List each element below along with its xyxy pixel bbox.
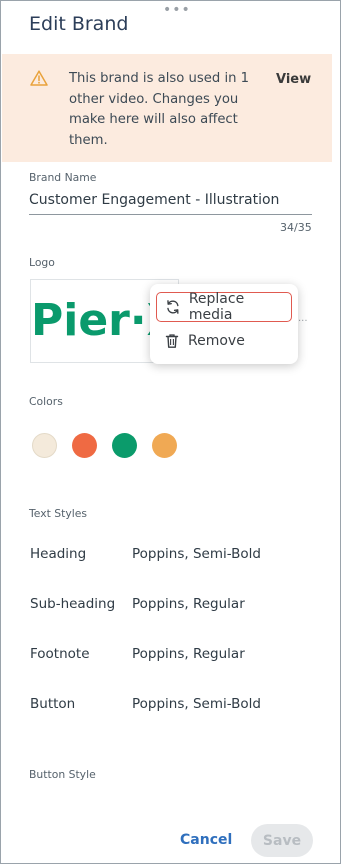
color-swatch[interactable] [152, 433, 177, 458]
colors-label: Colors [29, 395, 63, 408]
trash-icon [165, 334, 179, 348]
refresh-icon [167, 300, 179, 314]
more-options-icon[interactable]: ... [298, 313, 308, 324]
color-swatch[interactable] [32, 433, 57, 458]
color-swatch[interactable] [72, 433, 97, 458]
text-style-name: Sub-heading [30, 596, 116, 612]
text-style-value[interactable]: Poppins, Regular [132, 596, 245, 612]
brand-name-input[interactable]: Customer Engagement - Illustration [29, 189, 312, 215]
page-title: Edit Brand [29, 13, 129, 35]
text-style-name: Footnote [30, 646, 90, 662]
cancel-button[interactable]: Cancel [180, 832, 232, 848]
remove-menu-item[interactable]: Remove [156, 326, 292, 356]
brand-name-label: Brand Name [29, 171, 97, 184]
replace-media-label: Replace media [188, 291, 245, 323]
text-style-name: Button [30, 696, 76, 712]
text-style-value[interactable]: Poppins, Regular [132, 646, 245, 662]
edit-brand-panel: ••• Edit Brand This brand is also used i… [0, 0, 341, 864]
text-style-value[interactable]: Poppins, Semi-Bold [132, 546, 261, 562]
logo-label: Logo [29, 256, 55, 269]
drag-handle[interactable]: ••• [163, 3, 191, 17]
replace-media-menu-item[interactable]: Replace media [156, 291, 292, 323]
warning-triangle-icon [30, 70, 48, 86]
save-button[interactable]: Save [251, 824, 313, 857]
view-link[interactable]: View [276, 72, 311, 87]
logo-context-menu: Replace media Remove [150, 284, 298, 364]
color-swatch[interactable] [112, 433, 137, 458]
remove-label: Remove [188, 333, 245, 349]
warning-message: This brand is also used in 1 other video… [69, 71, 250, 148]
character-counter: 34/35 [280, 221, 312, 234]
button-style-label: Button Style [29, 768, 96, 781]
text-styles-label: Text Styles [29, 507, 88, 520]
text-style-name: Heading [30, 546, 87, 562]
text-style-value[interactable]: Poppins, Semi-Bold [132, 696, 261, 712]
warning-banner: This brand is also used in 1 other video… [2, 54, 332, 162]
